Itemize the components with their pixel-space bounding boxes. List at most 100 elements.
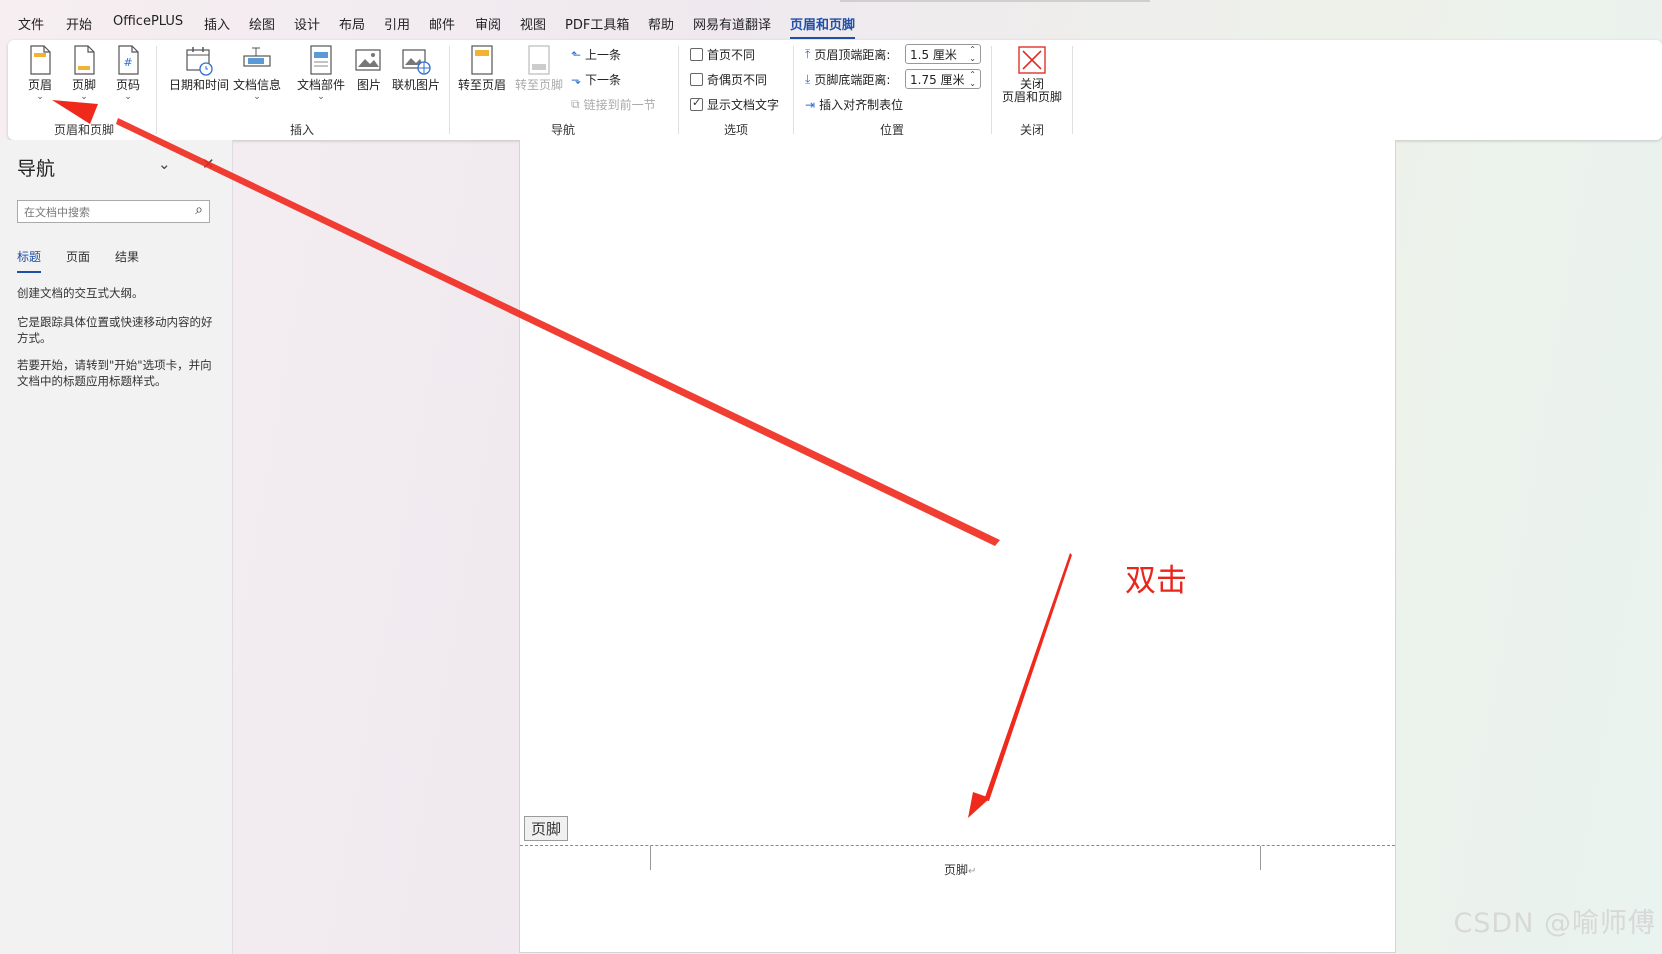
nav-search-box[interactable]: ⌕ [17,200,210,224]
tab-layout[interactable]: 布局 [339,14,365,33]
group-divider [156,46,157,134]
spin-arrows-icon[interactable]: ⌃ ⌄ [969,70,976,88]
group-label-header-footer: 页眉和页脚 [54,123,115,137]
group-label-insert: 插入 [290,123,315,137]
spin-arrows-icon[interactable]: ⌃ ⌄ [969,45,976,63]
header-position-icon: ⤒ [805,47,811,61]
picture-label: 图片 [356,78,381,92]
tab-help[interactable]: 帮助 [648,14,674,33]
footer-button[interactable]: 页脚 ⌄ [69,44,99,102]
doc-parts-button[interactable]: 文档部件 ⌄ [296,44,346,102]
next-icon: ⬎ [571,72,582,87]
footer-bottom-text: 页脚底端距离: [814,73,891,87]
insert-alignment-tab-label: 插入对齐制表位 [819,98,904,112]
chevron-down-icon[interactable]: ⌄ [158,155,171,173]
page-number-label: 页码 [115,78,140,92]
tab-pdf-tools[interactable]: PDF工具箱 [565,14,629,33]
page-number-button[interactable]: # 页码 ⌄ [113,44,143,102]
chevron-down-icon: ⌄ [317,92,325,102]
doc-info-icon [243,47,271,67]
calendar-clock-icon [186,47,213,76]
link-previous-button[interactable]: ⧉ 链接到前一节 [571,96,656,113]
tab-insert[interactable]: 插入 [204,14,230,33]
tab-file[interactable]: 文件 [18,14,44,33]
close-label-line2: 页眉和页脚 [1001,90,1062,104]
csdn-watermark: CSDN @喻师傅 [1453,908,1656,939]
footer-text: 页脚 [944,863,969,877]
checkbox-icon [690,48,703,61]
close-icon[interactable]: ✕ [202,155,215,173]
goto-footer-label: 转至页脚 [514,78,563,92]
insert-alignment-tab-button[interactable]: ⇥ 插入对齐制表位 [805,96,903,113]
group-label-position: 位置 [880,123,905,137]
chevron-down-icon: ⌄ [253,92,261,102]
svg-text:#: # [123,56,132,69]
previous-button[interactable]: ⬑ 上一条 [571,46,621,63]
header-top-value: 1.5 厘米 [910,48,957,62]
group-divider [991,46,992,134]
footer-position-icon: ⤓ [805,72,811,86]
document-page[interactable]: 页脚 页脚↵ [519,140,1396,953]
nav-help-text-1: 创建文档的交互式大纲。 [17,286,144,300]
nav-tab-pages[interactable]: 页面 [66,248,90,265]
doc-parts-icon [310,45,332,75]
close-header-footer-button[interactable]: 关闭 页眉和页脚 [1001,44,1063,104]
nav-tab-headings[interactable]: 标题 [17,248,42,273]
tab-mailings[interactable]: 邮件 [429,14,455,33]
show-doc-text-label: 显示文档文字 [707,98,780,112]
tab-design[interactable]: 设计 [294,14,320,33]
checkbox-icon [690,73,703,86]
goto-header-label: 转至页眉 [457,78,506,92]
goto-header-icon [471,45,493,75]
show-doc-text-checkbox[interactable]: 显示文档文字 [690,96,779,113]
date-time-button[interactable]: 日期和时间 [168,44,230,93]
tab-review[interactable]: 审阅 [475,14,501,33]
footer-label: 页脚 [71,78,96,92]
alignment-tab-icon: ⇥ [805,97,816,112]
page-number-icon: # [118,45,139,75]
search-icon[interactable]: ⌕ [195,202,203,218]
nav-title: 导航 [17,158,56,180]
header-button[interactable]: 页眉 ⌄ [25,44,55,102]
checkbox-checked-icon [690,96,703,111]
chevron-down-icon: ⌄ [36,92,44,102]
doc-info-label: 文档信息 [232,78,281,92]
goto-header-button[interactable]: 转至页眉 [457,44,507,93]
previous-icon: ⬑ [571,47,582,62]
group-label-options: 选项 [724,123,749,137]
tab-header-footer[interactable]: 页眉和页脚 [790,14,856,39]
tab-officeplus[interactable]: OfficePLUS [113,14,183,29]
group-label-nav: 导航 [551,123,576,137]
odd-even-different-checkbox[interactable]: 奇偶页不同 [690,71,767,88]
header-top-distance-label: ⤒ 页眉顶端距离: [805,46,890,63]
footer-bottom-distance-label: ⤓ 页脚底端距离: [805,71,890,88]
goto-footer-icon [528,45,550,75]
menu-bar: 文件 开始 OfficePLUS 插入 绘图 设计 布局 引用 邮件 审阅 视图… [0,0,1662,40]
tab-view[interactable]: 视图 [520,14,546,33]
close-icon [1018,46,1046,74]
tab-home[interactable]: 开始 [66,14,92,33]
footer-bottom-distance-input[interactable]: 1.75 厘米 ⌃ ⌄ [905,69,981,89]
footer-content[interactable]: 页脚↵ [944,861,976,878]
header-label: 页眉 [27,78,52,92]
goto-footer-button[interactable]: 转至页脚 [514,44,564,93]
double-click-annotation: 双击 [1125,563,1187,599]
next-button[interactable]: ⬎ 下一条 [571,71,621,88]
doc-info-button[interactable]: 文档信息 ⌄ [232,44,282,102]
nav-help-text-3: 若要开始，请转到"开始"选项卡，并向文档中的标题应用标题样式。 [17,358,212,388]
online-picture-button[interactable]: 联机图片 [388,44,444,93]
group-divider [1072,46,1073,134]
left-margin-corner [625,846,651,870]
ribbon: 页眉 ⌄ 页脚 ⌄ # 页码 ⌄ 页眉和页脚 日期和时间 文档信息 ⌄ 文档部件… [8,40,1662,140]
tab-draw[interactable]: 绘图 [249,14,275,33]
tab-references[interactable]: 引用 [384,14,410,33]
nav-search-input[interactable] [18,201,186,224]
next-label: 下一条 [585,73,622,87]
nav-tab-results[interactable]: 结果 [115,248,139,265]
navigation-pane: 导航 ⌄ ✕ ⌕ 标题 页面 结果 创建文档的交互式大纲。 它是跟踪具体位置或快… [0,140,233,954]
tab-youdao-translate[interactable]: 网易有道翻译 [693,14,771,33]
header-top-distance-input[interactable]: 1.5 厘米 ⌃ ⌄ [905,44,981,64]
footer-bottom-value: 1.75 厘米 [910,73,965,87]
picture-button[interactable]: 图片 [352,44,386,93]
first-page-different-checkbox[interactable]: 首页不同 [690,46,755,63]
